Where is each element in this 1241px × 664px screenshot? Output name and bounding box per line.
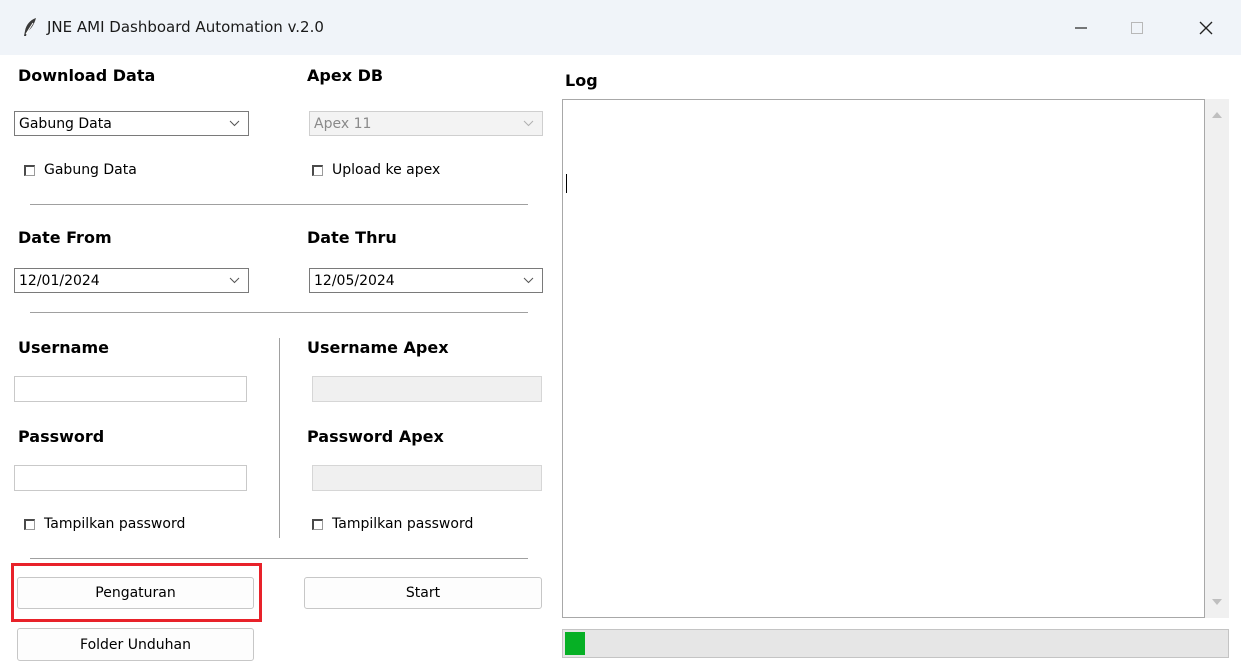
show-password-checkbox[interactable]: Tampilkan password: [24, 516, 185, 532]
minimize-icon[interactable]: [1058, 8, 1104, 48]
upload-apex-checkbox[interactable]: Upload ke apex: [312, 162, 440, 178]
show-password-label: Tampilkan password: [44, 516, 186, 532]
username-label: Username: [18, 338, 109, 357]
scroll-up-icon[interactable]: [1205, 107, 1229, 123]
divider: [30, 204, 528, 205]
apex-db-label: Apex DB: [307, 66, 384, 85]
settings-button[interactable]: Pengaturan: [17, 577, 254, 609]
feather-icon: [22, 17, 38, 37]
date-from-picker[interactable]: 12/01/2024: [14, 268, 249, 293]
progress-bar: [562, 629, 1229, 658]
checkbox-box[interactable]: [24, 164, 35, 176]
log-label: Log: [565, 71, 598, 90]
download-data-combobox[interactable]: Gabung Data: [14, 111, 249, 136]
date-thru-picker[interactable]: 12/05/2024: [309, 268, 543, 293]
checkbox-box[interactable]: [312, 518, 323, 530]
chevron-down-icon: [229, 120, 240, 127]
apex-db-value: Apex 11: [314, 116, 372, 132]
date-thru-label: Date Thru: [307, 228, 397, 247]
password-label: Password: [18, 427, 105, 446]
log-textarea[interactable]: [562, 99, 1205, 618]
show-password-apex-checkbox[interactable]: Tampilkan password: [312, 516, 473, 532]
username-apex-label: Username Apex: [307, 338, 449, 357]
progress-fill: [565, 632, 585, 655]
date-from-value: 12/01/2024: [19, 273, 100, 289]
download-data-value: Gabung Data: [19, 116, 112, 132]
upload-apex-checkbox-label: Upload ke apex: [332, 162, 441, 178]
password-input[interactable]: [14, 465, 247, 491]
chevron-down-icon: [523, 277, 534, 284]
password-apex-label: Password Apex: [307, 427, 444, 446]
date-from-label: Date From: [18, 228, 112, 247]
divider: [30, 558, 528, 559]
password-apex-input: [312, 465, 542, 491]
apex-db-combobox: Apex 11: [309, 111, 543, 136]
start-button[interactable]: Start: [304, 577, 542, 609]
gabung-data-checkbox-label: Gabung Data: [44, 162, 137, 178]
show-password-apex-label: Tampilkan password: [332, 516, 474, 532]
divider: [30, 312, 528, 313]
log-scrollbar[interactable]: [1205, 99, 1229, 618]
chevron-down-icon: [229, 277, 240, 284]
scroll-down-icon[interactable]: [1205, 594, 1229, 610]
maximize-icon[interactable]: [1114, 8, 1160, 48]
date-thru-value: 12/05/2024: [314, 273, 395, 289]
chevron-down-icon: [523, 120, 534, 127]
download-folder-button[interactable]: Folder Unduhan: [17, 628, 254, 661]
username-input[interactable]: [14, 376, 247, 402]
checkbox-box[interactable]: [24, 518, 35, 530]
vertical-divider: [279, 338, 280, 538]
gabung-data-checkbox[interactable]: Gabung Data: [24, 162, 137, 178]
checkbox-box[interactable]: [312, 164, 323, 176]
text-cursor: [566, 174, 567, 193]
username-apex-input: [312, 376, 542, 402]
download-data-label: Download Data: [18, 66, 156, 85]
window-title: JNE AMI Dashboard Automation v.2.0: [47, 18, 324, 36]
close-icon[interactable]: [1183, 8, 1229, 48]
